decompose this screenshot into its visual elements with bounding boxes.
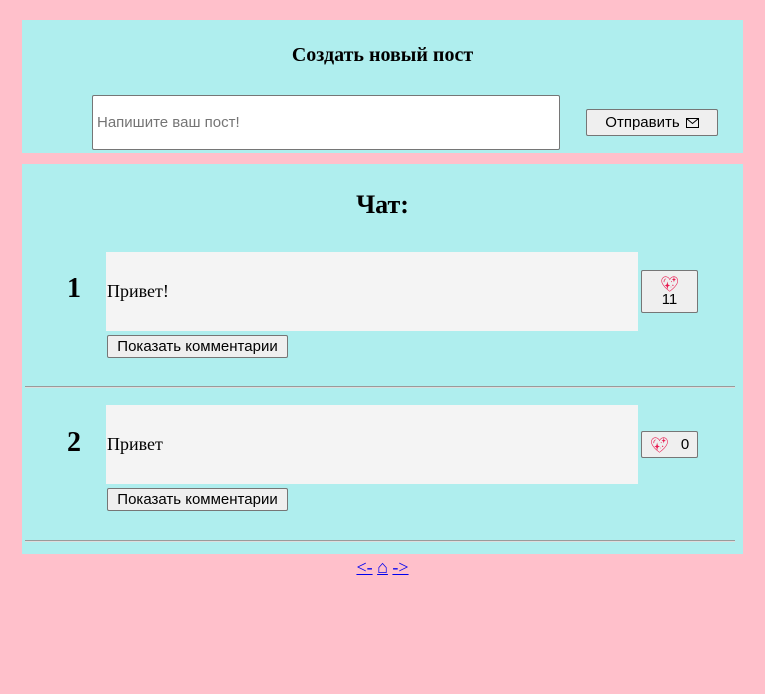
chat-title: Чат:	[356, 190, 409, 219]
heart-icon: 💖︎	[659, 274, 680, 293]
post-text: Привет!	[107, 281, 169, 301]
post-number: 1	[67, 273, 81, 304]
post-text: Привет	[107, 434, 163, 454]
post-divider	[25, 386, 735, 388]
send-button[interactable]: Отправить	[586, 109, 718, 136]
heart-icon: 💖︎	[649, 435, 669, 454]
like-button[interactable]: 💖︎ 11	[641, 270, 698, 313]
post-number: 2	[67, 427, 81, 458]
show-comments-button[interactable]: Показать комментарии	[107, 488, 288, 511]
envelope-icon	[685, 117, 699, 128]
show-comments-button[interactable]: Показать комментарии	[107, 335, 288, 358]
home-link[interactable]: ⌂	[377, 557, 388, 577]
pagination-nav: <- ⌂ ->	[0, 557, 765, 578]
chat-panel: Чат: 1 Привет! 💖︎ 11 Показать комментари…	[22, 164, 743, 554]
create-post-title: Создать новый пост	[291, 44, 474, 66]
post-text-box: Привет!	[106, 252, 638, 331]
next-page-link[interactable]: ->	[392, 557, 408, 577]
like-count: 11	[661, 290, 678, 308]
create-post-panel: Создать новый пост Отправить	[22, 20, 743, 153]
send-button-label: Отправить	[605, 114, 680, 131]
prev-page-link[interactable]: <-	[356, 557, 372, 577]
post-text-box: Привет	[106, 405, 638, 484]
like-count: 0	[680, 436, 690, 453]
post-divider	[25, 540, 735, 542]
post-input[interactable]	[92, 95, 560, 150]
like-button[interactable]: 💖︎ 0	[641, 431, 698, 458]
